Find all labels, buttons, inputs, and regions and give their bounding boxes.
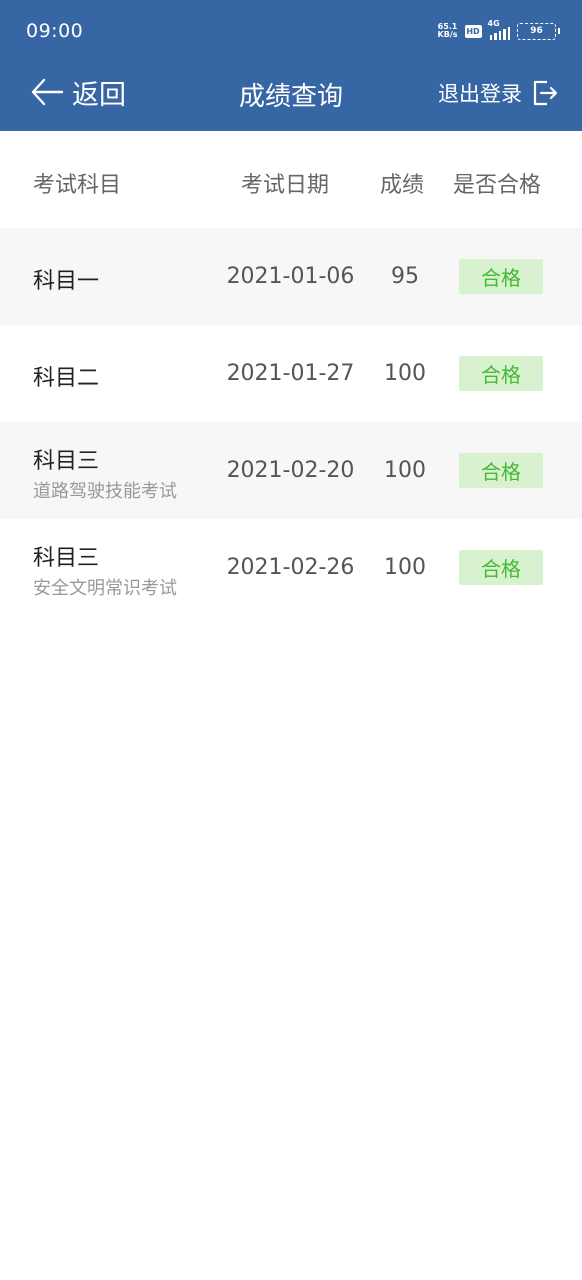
- network-speed-unit: KB/s: [437, 30, 458, 39]
- logout-label: 退出登录: [438, 82, 522, 106]
- row-subtitle: 安全文明常识考试: [33, 578, 177, 599]
- battery-level: 96: [530, 26, 543, 36]
- app-header: 09:00 65.1 KB/s HD 4G 96 返回 成绩查询 退出登录: [0, 0, 582, 131]
- row-subject: 科目三: [33, 449, 100, 474]
- battery-icon: 96: [517, 22, 560, 40]
- header-subject: 考试科目: [33, 173, 122, 198]
- logout-button[interactable]: 退出登录: [438, 78, 558, 108]
- pass-badge: 合格: [459, 550, 543, 585]
- logout-icon: [533, 80, 558, 106]
- table-row: 科目三 安全文明常识考试 2021-02-26 100 合格: [0, 519, 582, 616]
- row-date: 2021-02-20: [226, 458, 355, 483]
- table-row: 科目二 2021-01-27 100 合格: [0, 325, 582, 422]
- pass-badge: 合格: [459, 259, 543, 294]
- row-subject: 科目一: [33, 269, 100, 294]
- row-date: 2021-01-27: [226, 361, 355, 386]
- table-row: 科目三 道路驾驶技能考试 2021-02-20 100 合格: [0, 422, 582, 519]
- row-score: 100: [384, 555, 426, 580]
- network-speed: 65.1 KB/s: [438, 23, 458, 39]
- row-date: 2021-01-06: [226, 264, 355, 289]
- header-score: 成绩: [380, 173, 425, 198]
- signal-icon: 4G: [487, 19, 510, 40]
- row-subject: 科目三: [33, 546, 100, 571]
- row-subtitle: 道路驾驶技能考试: [33, 481, 177, 502]
- row-date: 2021-02-26: [226, 555, 355, 580]
- pass-badge: 合格: [459, 453, 543, 488]
- row-score: 95: [391, 264, 419, 289]
- header-date: 考试日期: [241, 173, 330, 198]
- status-time: 09:00: [26, 20, 84, 42]
- table-row: 科目一 2021-01-06 95 合格: [0, 228, 582, 325]
- status-icons: 65.1 KB/s HD 4G 96: [438, 19, 560, 43]
- pass-badge: 合格: [459, 356, 543, 391]
- table-header: 考试科目 考试日期 成绩 是否合格: [0, 131, 582, 228]
- row-score: 100: [384, 361, 426, 386]
- row-subject: 科目二: [33, 366, 100, 391]
- row-score: 100: [384, 458, 426, 483]
- hd-icon: HD: [464, 24, 482, 38]
- network-type: 4G: [487, 19, 500, 28]
- header-passed: 是否合格: [453, 173, 542, 198]
